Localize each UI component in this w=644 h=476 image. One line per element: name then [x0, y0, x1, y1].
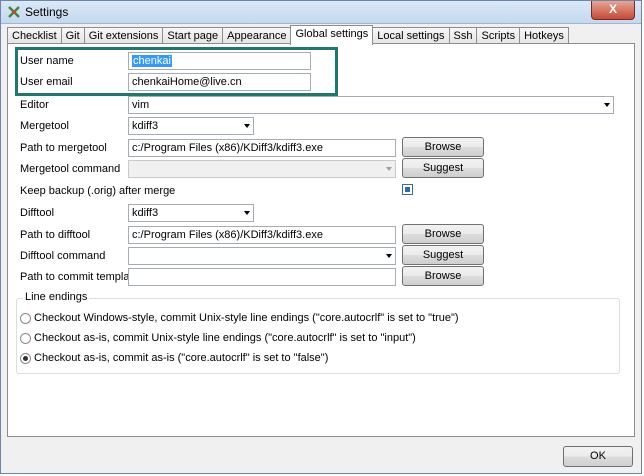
user-name-input[interactable]: chenkai	[128, 52, 311, 70]
suggest-difftool-button[interactable]: Suggest	[402, 245, 484, 265]
check-mark-icon	[405, 187, 410, 192]
tab-git-extensions[interactable]: Git extensions	[83, 27, 164, 44]
mergetool-label: Mergetool	[20, 120, 69, 132]
user-email-input[interactable]: chenkaiHome@live.cn	[128, 73, 311, 91]
editor-combo[interactable]: vim	[128, 96, 614, 114]
suggest-mergetool-button[interactable]: Suggest	[402, 158, 484, 178]
chevron-down-icon	[604, 103, 610, 107]
mergetool-combo[interactable]: kdiff3	[128, 117, 254, 135]
tab-git[interactable]: Git	[60, 27, 85, 44]
line-endings-group: Line endings Checkout Windows-style, com…	[16, 291, 620, 374]
close-button[interactable]: X	[591, 1, 635, 20]
mergetool-command-combo[interactable]	[128, 160, 396, 178]
radio-autocrlf-true[interactable]	[20, 313, 31, 324]
chevron-down-icon	[386, 254, 392, 258]
tab-ssh[interactable]: Ssh	[448, 27, 478, 44]
commit-template-input[interactable]	[128, 268, 396, 286]
radio-autocrlf-input[interactable]	[20, 333, 31, 344]
tab-start-page[interactable]: Start page	[162, 27, 224, 44]
difftool-combo[interactable]: kdiff3	[128, 204, 254, 222]
browse-mergetool-button[interactable]: Browse	[402, 137, 484, 157]
editor-label: Editor	[20, 99, 49, 111]
line-endings-title: Line endings	[23, 291, 90, 303]
radio-label-autocrlf-false: Checkout as-is, commit as-is ("core.auto…	[34, 352, 329, 364]
browse-difftool-button[interactable]: Browse	[402, 224, 484, 244]
chevron-down-icon	[386, 167, 392, 171]
git-extensions-icon	[8, 6, 20, 18]
tab-hotkeys[interactable]: Hotkeys	[519, 27, 569, 44]
window-title: Settings	[25, 5, 69, 19]
browse-commit-template-button[interactable]: Browse	[402, 266, 484, 286]
path-to-difftool-label: Path to difftool	[20, 229, 91, 241]
commit-template-label: Path to commit template	[20, 271, 139, 283]
mergetool-command-label: Mergetool command	[20, 163, 121, 175]
tab-appearance[interactable]: Appearance	[222, 27, 292, 44]
chevron-down-icon	[244, 124, 250, 128]
path-to-mergetool-input[interactable]: c:/Program Files (x86)/KDiff3/kdiff3.exe	[128, 139, 396, 157]
difftool-command-combo[interactable]	[128, 247, 396, 265]
difftool-label: Difftool	[20, 207, 55, 219]
settings-tabs: Checklist Git Git extensions Start page Appe…	[7, 25, 569, 45]
user-name-label: User name	[20, 55, 74, 67]
settings-window: Settings X Checklist Git Git extensions Sta…	[0, 0, 642, 474]
path-to-mergetool-label: Path to mergetool	[20, 142, 107, 154]
radio-label-autocrlf-true: Checkout Windows-style, commit Unix-styl…	[34, 312, 459, 324]
user-email-label: User email	[20, 76, 73, 88]
radio-selected-dot	[23, 356, 28, 361]
path-to-difftool-input[interactable]: c:/Program Files (x86)/KDiff3/kdiff3.exe	[128, 226, 396, 244]
tab-local-settings[interactable]: Local settings	[372, 27, 450, 44]
difftool-command-label: Difftool command	[20, 250, 106, 262]
tab-checklist[interactable]: Checklist	[7, 27, 62, 44]
tab-scripts[interactable]: Scripts	[476, 27, 521, 44]
keep-backup-checkbox[interactable]	[402, 184, 413, 195]
close-icon: X	[608, 2, 617, 16]
global-settings-panel: User name chenkai User email chenkaiHome…	[7, 43, 635, 437]
title-bar: Settings X	[1, 1, 641, 24]
chevron-down-icon	[244, 211, 250, 215]
tab-global-settings[interactable]: Global settings	[290, 25, 374, 45]
radio-autocrlf-false[interactable]	[20, 353, 31, 364]
radio-label-autocrlf-input: Checkout as-is, commit Unix-style line e…	[34, 332, 416, 344]
ok-button[interactable]: OK	[563, 446, 633, 467]
keep-backup-label: Keep backup (.orig) after merge	[20, 185, 176, 197]
